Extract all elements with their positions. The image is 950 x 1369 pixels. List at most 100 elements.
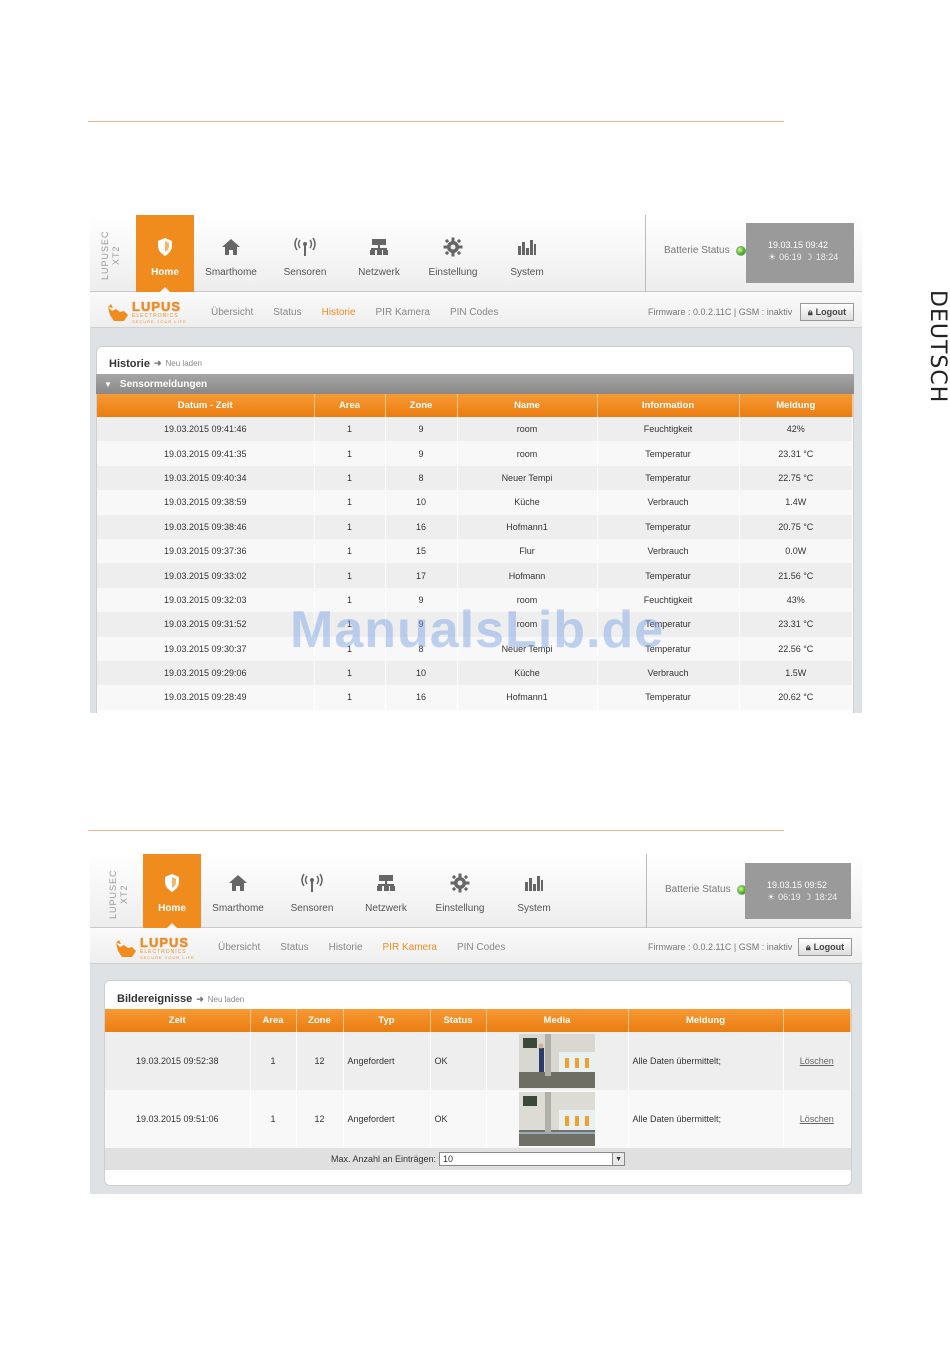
logout-button[interactable]: 🔒︎ Logout [800, 303, 854, 321]
topbar-divider [645, 215, 646, 292]
column-header [783, 1009, 851, 1032]
column-header[interactable]: Zeit [105, 1009, 251, 1032]
nav-smarthome[interactable]: Smarthome [201, 854, 275, 928]
cell-zone: 17 [385, 563, 458, 588]
cell-zone: 15 [385, 538, 458, 564]
column-header[interactable]: Media [486, 1009, 629, 1032]
subnav-historie[interactable]: Historie [322, 307, 356, 318]
column-header[interactable]: Status [430, 1009, 487, 1032]
max-entries-select[interactable]: 10 ▼ [439, 1152, 626, 1166]
cell-zone: 8 [385, 636, 458, 661]
column-header[interactable]: Information [597, 394, 740, 417]
nav-home[interactable]: Home [136, 215, 194, 293]
cell-typ: Angefordert [343, 1090, 431, 1148]
subnav-historie[interactable]: Historie [329, 942, 363, 953]
reload-link[interactable]: Neu laden [166, 359, 202, 368]
delete-link[interactable]: Löschen [800, 1114, 834, 1124]
top-navigation-bar: LUPUSEC XT2 Home Smarthome Sensoren Netz… [90, 215, 862, 293]
cell-information: Temperatur [597, 563, 740, 588]
delete-link[interactable]: Löschen [800, 1056, 834, 1066]
logout-button[interactable]: 🔒︎ Logout [798, 938, 852, 956]
lock-icon: 🔒︎ [807, 306, 813, 317]
cell-datum: 19.03.2015 09:28:49 [97, 685, 315, 710]
nav-smarthome-label: Smarthome [205, 267, 257, 278]
cell-information: Temperatur [597, 465, 740, 491]
nav-netzwerk[interactable]: Netzwerk [349, 854, 423, 928]
arrow-right-icon: ➜ [153, 358, 162, 368]
lupus-logo: LUPUS ELECTRONICS SECURE YOUR LIFE [106, 299, 187, 324]
table-row: 19.03.2015 09:38:59 1 10 Küche Verbrauch 1.4W [97, 490, 853, 515]
nav-smarthome[interactable]: Smarthome [194, 215, 268, 292]
cell-action: Löschen [783, 1032, 851, 1090]
subnav: Übersicht Status Historie PIR Kamera PIN… [211, 307, 518, 318]
subnav-pin-codes[interactable]: PIN Codes [450, 307, 498, 318]
battery-status: Batterie Status [665, 884, 747, 895]
datetime-box: 19.03.15 09:52 ☀ 06:19 ☽ 18:24 [745, 863, 851, 919]
gear-icon [442, 236, 464, 258]
cell-meldung: 1.5W [739, 660, 853, 686]
nav-einstellung[interactable]: Einstellung [423, 854, 497, 928]
cell-area: 1 [314, 612, 386, 637]
column-header[interactable]: Name [457, 394, 598, 417]
sensor-table: Datum - Zeit Area Zone Name Information … [97, 394, 853, 710]
subnav-uebersicht[interactable]: Übersicht [211, 307, 253, 318]
nav-system[interactable]: System [490, 215, 564, 292]
subnav-status[interactable]: Status [280, 942, 308, 953]
column-header[interactable]: Datum - Zeit [97, 394, 315, 417]
logout-label: Logout [813, 942, 845, 952]
column-header[interactable]: Zone [385, 394, 458, 417]
middle-rule [88, 830, 784, 831]
historie-panel: Historie ➜ Neu laden ▼ Sensormeldungen D… [96, 346, 854, 713]
logo-name: LUPUS [132, 299, 182, 314]
nav-einstellung[interactable]: Einstellung [416, 215, 490, 292]
cell-name: Neuer Tempi [457, 636, 598, 661]
column-header[interactable]: Meldung [628, 1009, 784, 1032]
camera-snapshot-thumbnail[interactable] [519, 1034, 595, 1088]
camera-snapshot-thumbnail[interactable] [519, 1092, 595, 1146]
cell-meldung: 23.31 °C [739, 612, 853, 637]
cell-information: Verbrauch [597, 490, 740, 515]
subnav-pir-kamera[interactable]: PIR Kamera [383, 942, 437, 953]
cell-meldung: Alle Daten übermittelt; [628, 1032, 784, 1090]
cell-zone: 9 [385, 441, 458, 466]
chevron-down-icon[interactable]: ▼ [612, 1153, 625, 1165]
nav-netzwerk[interactable]: Netzwerk [342, 215, 416, 292]
cell-typ: Angefordert [343, 1032, 431, 1090]
screenshot-pir-kamera: LUPUSEC XT2 Home Smarthome Sensoren Netz… [90, 854, 862, 1194]
subnav-uebersicht[interactable]: Übersicht [218, 942, 260, 953]
table-row: 19.03.2015 09:38:46 1 16 Hofmann1 Temperatur… [97, 514, 853, 539]
nav-home[interactable]: Home [143, 854, 201, 929]
subnav-pir-kamera[interactable]: PIR Kamera [376, 307, 430, 318]
nav-system[interactable]: System [497, 854, 571, 928]
nav-sensoren-label: Sensoren [290, 903, 334, 914]
nav-home-label: Home [158, 903, 186, 914]
nav-einstellung-label: Einstellung [428, 267, 478, 278]
cell-zone: 12 [296, 1032, 344, 1090]
cell-zone: 12 [296, 1090, 344, 1148]
column-header[interactable]: Typ [343, 1009, 431, 1032]
column-header[interactable]: Meldung [739, 394, 853, 417]
subnav-status[interactable]: Status [273, 307, 301, 318]
table-row: 19.03.2015 09:33:02 1 17 Hofmann Temperatur 2… [97, 563, 853, 588]
cell-name: Hofmann1 [457, 514, 598, 539]
column-header[interactable]: Area [314, 394, 386, 417]
cell-area: 1 [314, 514, 386, 539]
nav-sensoren[interactable]: Sensoren [275, 854, 349, 928]
cell-area: 1 [314, 563, 386, 588]
nav-sensoren[interactable]: Sensoren [268, 215, 342, 292]
nav-netzwerk-label: Netzwerk [365, 903, 407, 914]
cell-status: OK [430, 1090, 487, 1148]
table-row: 19.03.2015 09:41:35 1 9 room Temperatur 23.31… [97, 441, 853, 466]
cell-meldung: 22.56 °C [739, 636, 853, 661]
sunrise-time: 06:19 [778, 892, 801, 902]
cell-meldung: 20.75 °C [739, 514, 853, 539]
section-sensormeldungen[interactable]: ▼ Sensormeldungen [96, 374, 854, 394]
reload-link[interactable]: Neu laden [208, 995, 244, 1004]
cell-action: Löschen [783, 1090, 851, 1148]
cell-area: 1 [314, 417, 386, 442]
antenna-icon [294, 236, 316, 258]
cat-logo-icon [108, 303, 128, 321]
column-header[interactable]: Zone [296, 1009, 344, 1032]
subnav-pin-codes[interactable]: PIN Codes [457, 942, 505, 953]
column-header[interactable]: Area [250, 1009, 297, 1032]
